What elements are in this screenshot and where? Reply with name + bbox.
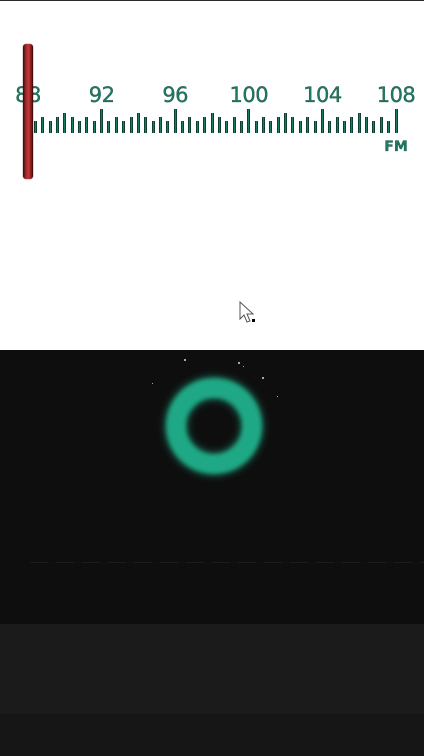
scale-tick [357,113,361,133]
scale-tick [122,121,126,133]
scale-tick [181,121,185,133]
freq-label-104: 104 [303,83,342,107]
scale-tick [335,117,339,133]
scale-tick [114,117,118,133]
tuning-dial-panel[interactable]: 88 92 96 100 104 108 FM [0,1,424,350]
scale-tick [107,121,111,133]
scale-tick [151,121,155,133]
scale-tick [262,117,266,133]
sparkle [277,396,278,397]
scale-tick [372,121,376,133]
scale-tick [365,117,369,133]
scale-tick [136,113,140,133]
sparkle [243,366,244,367]
scale-tick [173,109,177,133]
scale-tick [33,121,37,133]
scale-tick [350,117,354,133]
scale-tick [100,109,104,133]
tuning-knob[interactable] [166,378,262,474]
scale-tick [158,117,162,133]
scale-tick [298,121,302,133]
freq-label-100: 100 [229,83,269,107]
scale-tick [291,117,295,133]
sparkle [152,383,153,384]
scale-tick [394,109,398,133]
scale-tick [48,121,52,133]
scale-tick [63,113,67,133]
scale-tick [284,113,288,133]
mouse-pointer-icon [239,300,255,323]
scale-tick [239,121,243,133]
scale-tick [144,117,148,133]
bottom-panel-lower [0,714,424,756]
scale-tick [276,117,280,133]
scale-tick [85,117,89,133]
scale-tick [195,121,199,133]
radio-app: 88 92 96 100 104 108 FM [0,0,424,756]
bottom-panel [0,624,424,714]
scale-tick [342,121,346,133]
scale-tick [188,117,192,133]
frequency-scale: 88 92 96 100 104 108 FM [0,1,424,201]
scale-tick [232,117,236,133]
scale-tick [379,117,383,133]
sparkle [238,362,240,364]
scale-tick [166,121,170,133]
scale-tick [55,117,59,133]
scale-tick [78,121,82,133]
scale-tick [70,117,74,133]
scale-tick [225,121,229,133]
scale-tick [387,121,391,133]
sparkle [184,359,186,361]
scale-tick [269,121,273,133]
freq-label-108: 108 [376,83,416,107]
scale-tick [306,117,310,133]
scale-tick [41,117,45,133]
sparkle [262,377,264,379]
tuning-needle[interactable] [23,44,33,179]
freq-label-96: 96 [162,83,189,107]
scale-tick [217,117,221,133]
scale-tick [313,121,317,133]
scale-tick [92,121,96,133]
scale-tick [210,113,214,133]
band-label: FM [384,139,408,155]
divider [30,562,424,563]
scale-tick [129,117,133,133]
scale-tick [203,117,207,133]
scale-tick [328,121,332,133]
scale-tick [320,109,324,133]
scale-tick [247,109,251,133]
freq-label-92: 92 [88,83,116,107]
scale-tick [254,121,258,133]
